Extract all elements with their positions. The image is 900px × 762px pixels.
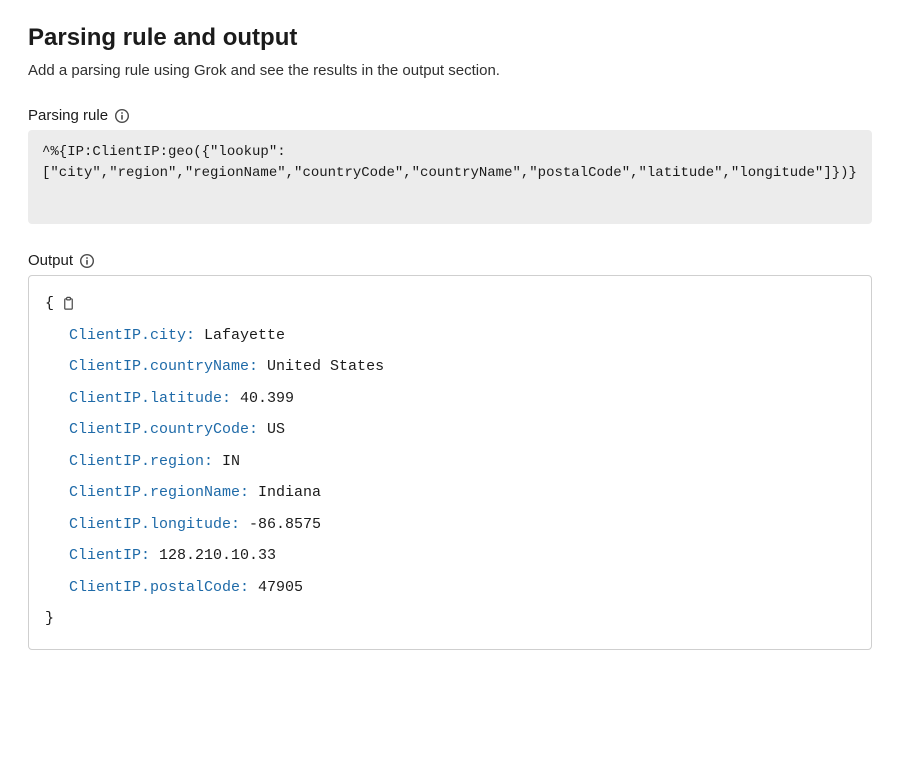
output-key: ClientIP.city [69,327,186,344]
output-value: 40.399 [240,390,294,407]
output-entry: ClientIP.region: IN [45,446,855,478]
colon: : [204,453,222,470]
output-label: Output [28,252,73,269]
output-value: United States [267,358,384,375]
output-key: ClientIP [69,547,141,564]
colon: : [240,484,258,501]
output-key: ClientIP.longitude [69,516,231,533]
colon: : [186,327,204,344]
colon: : [240,579,258,596]
parsing-rule-input[interactable]: ^%{IP:ClientIP:geo({"lookup": ["city","r… [28,130,872,224]
info-icon[interactable] [114,108,130,124]
parsing-rule-label: Parsing rule [28,107,108,124]
output-key: ClientIP.regionName [69,484,240,501]
colon: : [249,421,267,438]
output-value: 47905 [258,579,303,596]
output-key: ClientIP.region [69,453,204,470]
output-close-brace: } [45,603,855,635]
output-key: ClientIP.countryName [69,358,249,375]
output-entry: ClientIP.longitude: -86.8575 [45,509,855,541]
output-box: { ClientIP.city: LafayetteClientIP.count… [28,275,872,650]
colon: : [141,547,159,564]
output-entry: ClientIP.countryCode: US [45,414,855,446]
output-entry: ClientIP.latitude: 40.399 [45,383,855,415]
page-description: Add a parsing rule using Grok and see th… [28,62,872,79]
output-entry: ClientIP: 128.210.10.33 [45,540,855,572]
output-entry: ClientIP.regionName: Indiana [45,477,855,509]
output-label-row: Output [28,252,872,269]
colon: : [231,516,249,533]
output-value: IN [222,453,240,470]
output-entry: ClientIP.postalCode: 47905 [45,572,855,604]
output-entry: ClientIP.countryName: United States [45,351,855,383]
output-key: ClientIP.latitude [69,390,222,407]
info-icon[interactable] [79,253,95,269]
page-title: Parsing rule and output [28,24,872,52]
output-key: ClientIP.countryCode [69,421,249,438]
output-value: -86.8575 [249,516,321,533]
colon: : [222,390,240,407]
parsing-rule-label-row: Parsing rule [28,107,872,124]
output-value: Indiana [258,484,321,501]
output-open-brace: { [45,288,54,320]
output-value: 128.210.10.33 [159,547,276,564]
output-value: US [267,421,285,438]
colon: : [249,358,267,375]
output-key: ClientIP.postalCode [69,579,240,596]
output-entry: ClientIP.city: Lafayette [45,320,855,352]
output-value: Lafayette [204,327,285,344]
clipboard-icon[interactable] [60,296,76,312]
